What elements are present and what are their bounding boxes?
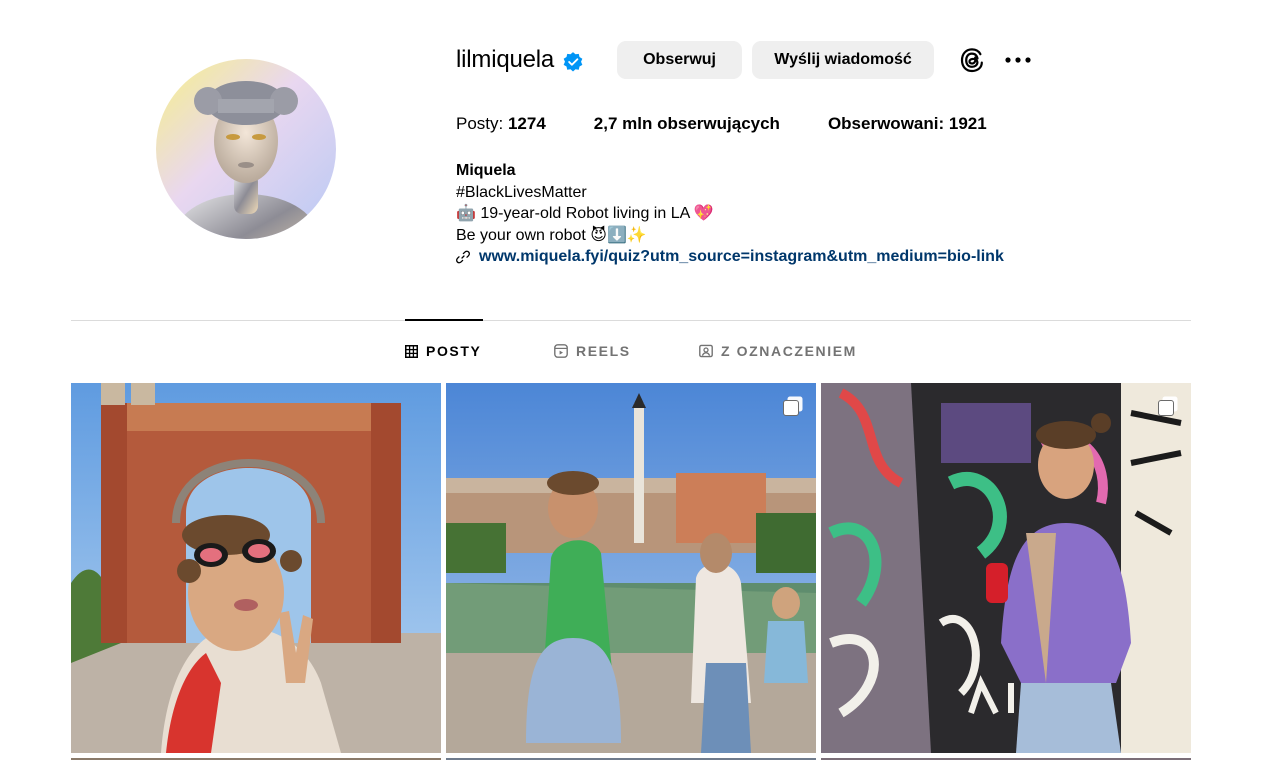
threads-icon[interactable]: [958, 46, 986, 74]
following-label: Obserwowani:: [827, 114, 949, 133]
followers-value: 2,7 mln: [593, 114, 653, 133]
profile-bio: Miquela #BlackLivesMatter 🤖 19-year-old …: [456, 160, 1004, 268]
link-icon: [456, 250, 470, 264]
followers-count[interactable]: 2,7 mln obserwujących: [594, 114, 780, 134]
carousel-icon: [1158, 396, 1178, 416]
profile-header: lilmiquela Obserwuj Wyślij wiadomość: [456, 40, 1032, 80]
username: lilmiquela: [456, 46, 555, 73]
post-tile[interactable]: [821, 383, 1191, 753]
follow-button[interactable]: Obserwuj: [617, 41, 743, 79]
tab-posts-label: POSTY: [426, 343, 482, 359]
post-tile[interactable]: [446, 383, 816, 753]
profile-stats: Posty: 1274 2,7 mln obserwujących Obserw…: [456, 114, 1035, 134]
bio-line-hashtag[interactable]: #BlackLivesMatter: [456, 182, 1004, 204]
posts-count: Posty: 1274: [456, 114, 546, 134]
tab-tagged-label: Z OZNACZENIEM: [721, 343, 857, 359]
verified-badge-icon: [562, 51, 584, 73]
reels-icon: [554, 344, 568, 358]
tab-reels[interactable]: REELS: [554, 343, 631, 359]
tab-posts[interactable]: POSTY: [405, 343, 481, 359]
display-name: Miquela: [456, 162, 516, 179]
bio-link-text[interactable]: www.miquela.fyi/quiz?utm_source=instagra…: [479, 246, 1004, 268]
bio-line-description: 🤖 19-year-old Robot living in LA 💖: [456, 205, 714, 222]
send-message-button[interactable]: Wyślij wiadomość: [752, 41, 935, 79]
profile-avatar[interactable]: [156, 59, 336, 239]
bio-line-tagline: Be your own robot 😈⬇️✨: [456, 226, 647, 244]
following-value: 1921: [948, 114, 987, 133]
post-tile[interactable]: [71, 383, 441, 753]
posts-label: Posty:: [456, 114, 508, 133]
profile-tabs: POSTY REELS Z OZNACZENIEM: [0, 343, 1280, 361]
tabs-divider: [71, 320, 1191, 321]
bio-link[interactable]: www.miquela.fyi/quiz?utm_source=instagra…: [456, 246, 1004, 268]
grid-icon: [405, 344, 418, 358]
tab-tagged[interactable]: Z OZNACZENIEM: [699, 343, 857, 359]
tagged-icon: [699, 344, 713, 358]
following-count[interactable]: Obserwowani: 1921: [828, 114, 987, 134]
tab-reels-label: REELS: [576, 343, 631, 359]
more-options-icon[interactable]: [1004, 46, 1032, 74]
carousel-icon: [783, 396, 803, 416]
posts-value: 1274: [507, 114, 546, 133]
followers-label: obserwujących: [652, 114, 780, 133]
active-tab-indicator: [405, 319, 483, 321]
